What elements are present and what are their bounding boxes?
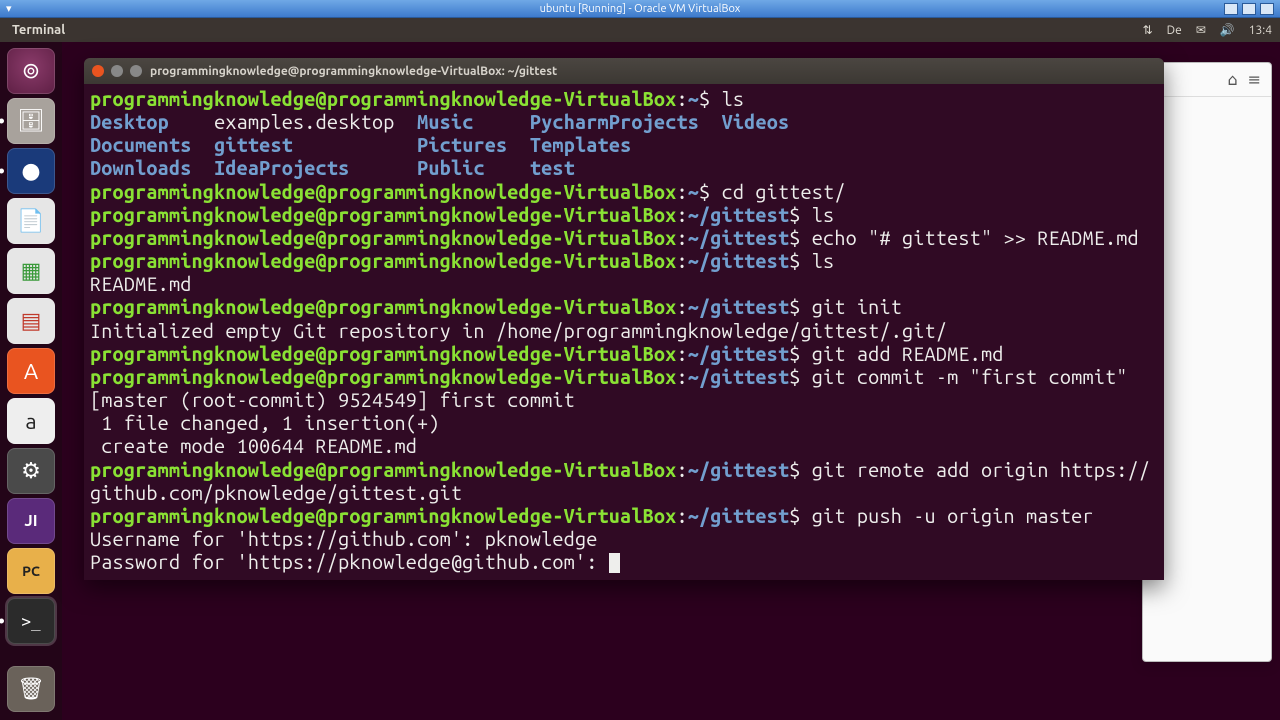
messages-icon[interactable]: ✉: [1196, 23, 1206, 37]
home-icon[interactable]: ⌂: [1227, 70, 1237, 89]
terminal-body[interactable]: programmingknowledge@programmingknowledg…: [84, 84, 1164, 580]
ubuntu-icon: ⊚: [22, 58, 40, 84]
guest-desktop: Terminal ⇅ De ✉ 🔊 13:4 ⊚ 🗄 ● 📄 ▦ ▤ A a ⚙…: [0, 18, 1280, 720]
sound-icon[interactable]: 🔊: [1220, 23, 1235, 37]
terminal-icon: >_: [21, 612, 40, 631]
vbox-menu-icon[interactable]: ▾: [6, 2, 12, 15]
amazon-icon: a: [25, 409, 36, 434]
pycharm-icon: PC: [22, 563, 40, 579]
launcher-software[interactable]: A: [7, 348, 55, 394]
terminal-cursor: [609, 553, 620, 573]
virtualbox-titlebar: ▾ ubuntu [Running] - Oracle VM VirtualBo…: [0, 0, 1280, 18]
trash-icon: 🗑: [17, 676, 45, 702]
unity-top-panel: Terminal ⇅ De ✉ 🔊 13:4: [0, 18, 1280, 42]
window-minimize-button[interactable]: [111, 65, 123, 77]
active-app-label: Terminal: [12, 23, 65, 37]
launcher-files[interactable]: 🗄: [7, 98, 55, 144]
window-close-button[interactable]: [92, 65, 104, 77]
unity-launcher: ⊚ 🗄 ● 📄 ▦ ▤ A a ⚙ JI PC >_ 🗑: [0, 42, 62, 720]
close-button[interactable]: [1260, 3, 1274, 15]
menu-icon[interactable]: ≡: [1248, 70, 1261, 89]
software-center-icon: A: [24, 359, 38, 384]
indicator-area: ⇅ De ✉ 🔊 13:4: [1143, 23, 1272, 37]
presentation-icon: ▤: [21, 308, 42, 334]
maximize-button[interactable]: [1242, 3, 1256, 15]
minimize-button[interactable]: [1224, 3, 1238, 15]
launcher-amazon[interactable]: a: [7, 398, 55, 444]
clock[interactable]: 13:4: [1249, 24, 1272, 37]
terminal-title: programmingknowledge@programmingknowledg…: [150, 65, 557, 78]
launcher-pycharm[interactable]: PC: [7, 548, 55, 594]
launcher-calc[interactable]: ▦: [7, 248, 55, 294]
vbox-window-title: ubuntu [Running] - Oracle VM VirtualBox: [540, 3, 741, 15]
spreadsheet-icon: ▦: [21, 258, 42, 284]
launcher-writer[interactable]: 📄: [7, 198, 55, 244]
keyboard-layout-indicator[interactable]: De: [1167, 24, 1182, 37]
gear-icon: ⚙: [21, 458, 41, 484]
launcher-dash[interactable]: ⊚: [7, 48, 55, 94]
vbox-window-controls[interactable]: [1224, 3, 1274, 15]
launcher-impress[interactable]: ▤: [7, 298, 55, 344]
terminal-window: programmingknowledge@programmingknowledg…: [84, 58, 1164, 580]
launcher-terminal[interactable]: >_: [7, 598, 55, 644]
launcher-firefox[interactable]: ●: [7, 148, 55, 194]
firefox-icon: ●: [21, 158, 40, 184]
intellij-icon: JI: [24, 512, 37, 530]
document-icon: 📄: [17, 208, 44, 234]
launcher-trash[interactable]: 🗑: [7, 666, 55, 712]
launcher-intellij[interactable]: JI: [7, 498, 55, 544]
network-icon[interactable]: ⇅: [1143, 23, 1153, 37]
launcher-settings[interactable]: ⚙: [7, 448, 55, 494]
files-icon: 🗄: [17, 108, 45, 134]
window-maximize-button[interactable]: [130, 65, 142, 77]
terminal-titlebar[interactable]: programmingknowledge@programmingknowledg…: [84, 58, 1164, 84]
